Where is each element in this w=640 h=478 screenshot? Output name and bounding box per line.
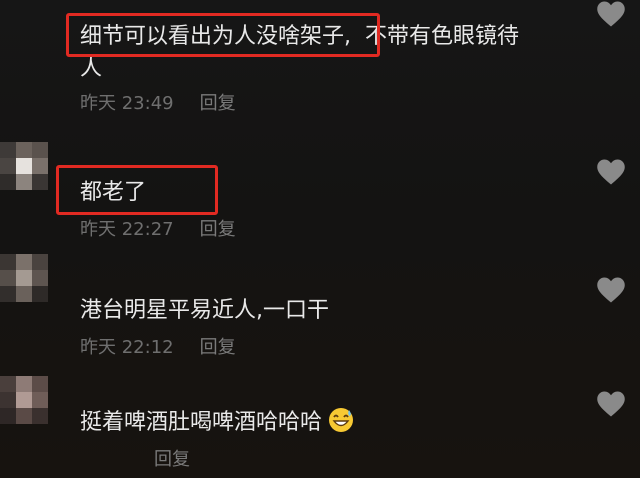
comment-item: 细节可以看出为人没啥架子, 不带有色眼镜待 人 昨天 23:49 回复 — [0, 0, 640, 130]
reply-button[interactable]: 回复 — [200, 93, 236, 114]
avatar[interactable] — [0, 142, 62, 204]
comment-meta: 昨天 22:27 回复 — [80, 218, 236, 242]
comment-meta: 回复 — [154, 448, 190, 472]
comment-list: 细节可以看出为人没啥架子, 不带有色眼镜待 人 昨天 23:49 回复 都老了 昨天… — [0, 0, 640, 478]
avatar[interactable] — [0, 254, 62, 316]
comment-time: 昨天 22:27 — [80, 219, 174, 240]
heart-icon[interactable] — [596, 390, 626, 418]
comment-text-line2: 人 — [80, 56, 103, 81]
comment-time: 昨天 22:12 — [80, 337, 174, 358]
comment-item: 挺着啤酒肚喝啤酒哈哈哈 回复 — [0, 366, 640, 478]
reply-button[interactable]: 回复 — [200, 337, 236, 358]
reply-button[interactable]: 回复 — [200, 219, 236, 240]
reply-button[interactable]: 回复 — [154, 449, 190, 470]
grinning-sweat-emoji-icon — [329, 408, 354, 432]
comment-text: 港台明星平易近人,一口干 — [80, 298, 329, 323]
heart-icon[interactable] — [596, 0, 626, 28]
comment-text: 挺着啤酒肚喝啤酒哈哈哈 — [80, 406, 354, 440]
highlight-box — [56, 165, 218, 215]
comment-item: 都老了 昨天 22:27 回复 — [0, 130, 640, 248]
highlight-box — [66, 13, 380, 57]
comment-item: 港台明星平易近人,一口干 昨天 22:12 回复 — [0, 248, 640, 366]
comment-text-rest: 不带有色眼镜待 — [365, 24, 520, 49]
heart-icon[interactable] — [596, 276, 626, 304]
comment-text-body: 挺着啤酒肚喝啤酒哈哈哈 — [80, 410, 323, 435]
comment-meta: 昨天 22:12 回复 — [80, 336, 236, 360]
heart-icon[interactable] — [596, 158, 626, 186]
avatar[interactable] — [0, 376, 62, 438]
comment-meta: 昨天 23:49 回复 — [80, 92, 236, 116]
comment-time: 昨天 23:49 — [80, 93, 174, 114]
